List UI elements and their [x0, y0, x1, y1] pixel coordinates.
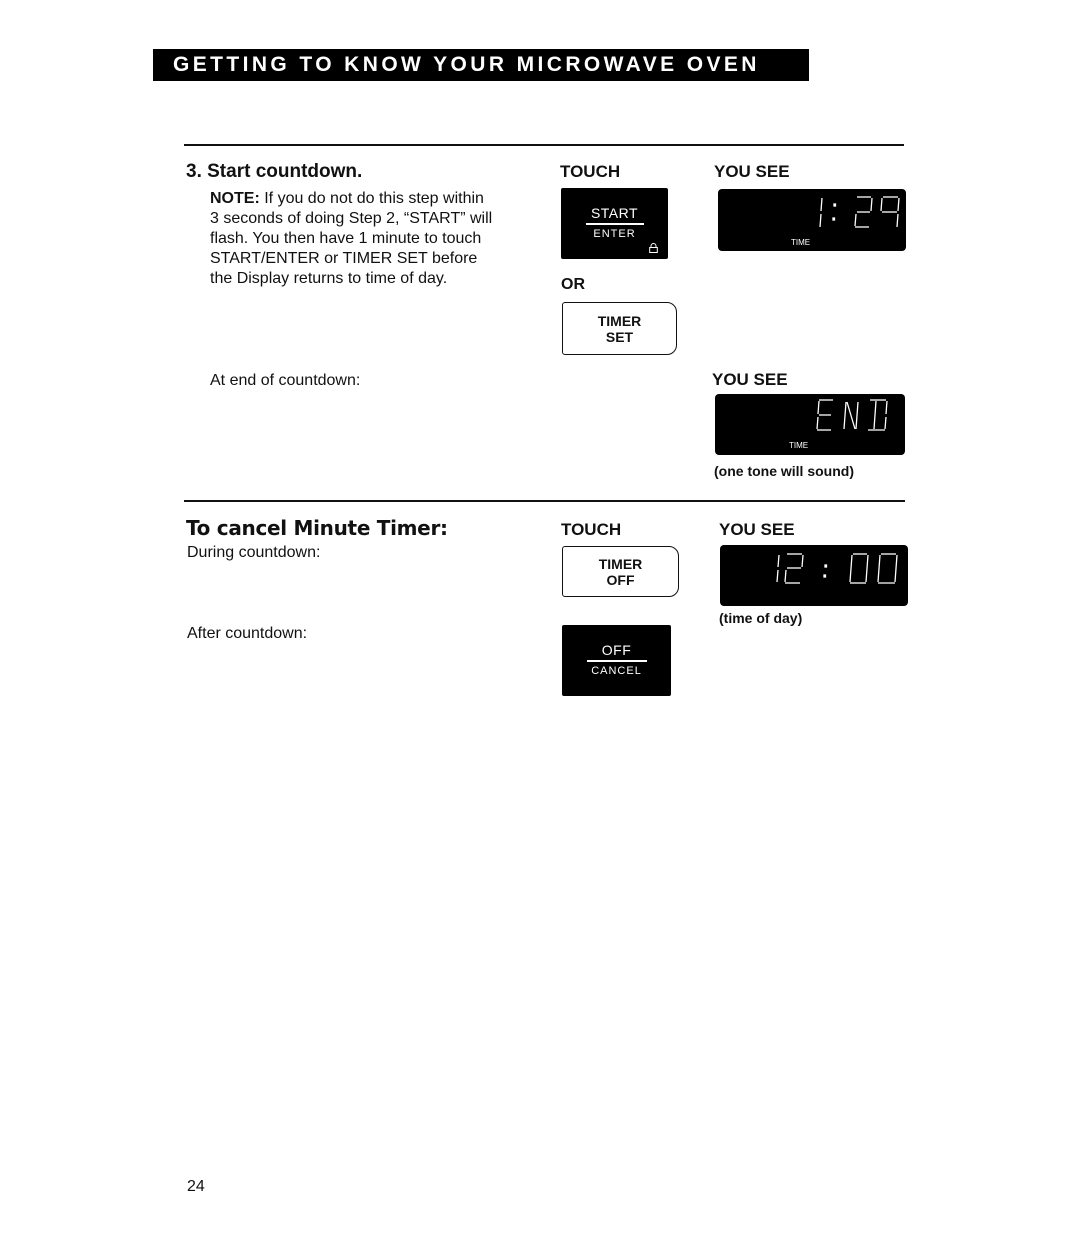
time-indicator: TIME: [789, 441, 808, 450]
off-cancel-button[interactable]: OFF CANCEL: [562, 625, 671, 696]
display-countdown: TIME: [718, 189, 906, 251]
divider-top: [184, 144, 904, 146]
end-of-countdown-label: At end of countdown:: [210, 372, 361, 389]
note-label: NOTE:: [210, 190, 260, 207]
time-of-day-caption: (time of day): [719, 610, 803, 626]
start-label: START: [590, 205, 639, 221]
note-line: If you do not do this step within: [259, 190, 484, 207]
enter-label: ENTER: [593, 228, 636, 240]
during-countdown-label: During countdown:: [187, 544, 321, 561]
cancel-label: CANCEL: [591, 665, 642, 677]
step-note: NOTE: If you do not do this step within …: [210, 189, 540, 289]
tone-caption: (one tone will sound): [714, 463, 854, 479]
note-line: the Display returns to time of day.: [210, 270, 448, 287]
step-heading: 3. Start countdown.: [186, 161, 363, 182]
you-see-column-header-3: YOU SEE: [719, 520, 795, 539]
after-countdown-label: After countdown:: [187, 625, 308, 642]
cancel-heading: To cancel Minute Timer:: [186, 516, 448, 540]
or-label: OR: [561, 276, 585, 293]
lcd-digits-12-00: [776, 553, 898, 584]
display-time-of-day: [720, 545, 908, 606]
start-enter-button[interactable]: START ENTER: [561, 188, 668, 259]
timer-off-line2: OFF: [606, 571, 635, 588]
timer-off-line1: TIMER: [598, 555, 643, 572]
note-line: START/ENTER or TIMER SET before: [210, 250, 478, 267]
timer-set-line1: TIMER: [597, 312, 642, 329]
note-line: 3 seconds of doing Step 2, “START” will: [210, 210, 493, 227]
you-see-column-header-2: YOU SEE: [712, 370, 788, 389]
time-indicator: TIME: [791, 238, 810, 247]
you-see-column-header: YOU SEE: [714, 162, 790, 181]
divider-middle: [184, 500, 905, 502]
timer-set-line2: SET: [605, 328, 634, 345]
touch-column-header: TOUCH: [560, 162, 621, 181]
lcd-digits-1-29: TIME: [791, 196, 900, 247]
button-divider: [585, 223, 644, 225]
timer-off-button[interactable]: TIMER OFF: [562, 546, 679, 597]
timer-set-button[interactable]: TIMER SET: [562, 302, 677, 355]
display-end: TIME: [715, 394, 905, 455]
section-header-banner: GETTING TO KNOW YOUR MICROWAVE OVEN: [153, 49, 809, 81]
lcd-text-end: TIME: [789, 399, 888, 450]
button-divider: [586, 660, 647, 662]
lock-icon: [649, 243, 658, 253]
note-line: flash. You then have 1 minute to touch: [210, 230, 482, 247]
page-number: 24: [187, 1178, 205, 1195]
touch-column-header-2: TOUCH: [561, 520, 622, 539]
off-label: OFF: [601, 642, 632, 658]
